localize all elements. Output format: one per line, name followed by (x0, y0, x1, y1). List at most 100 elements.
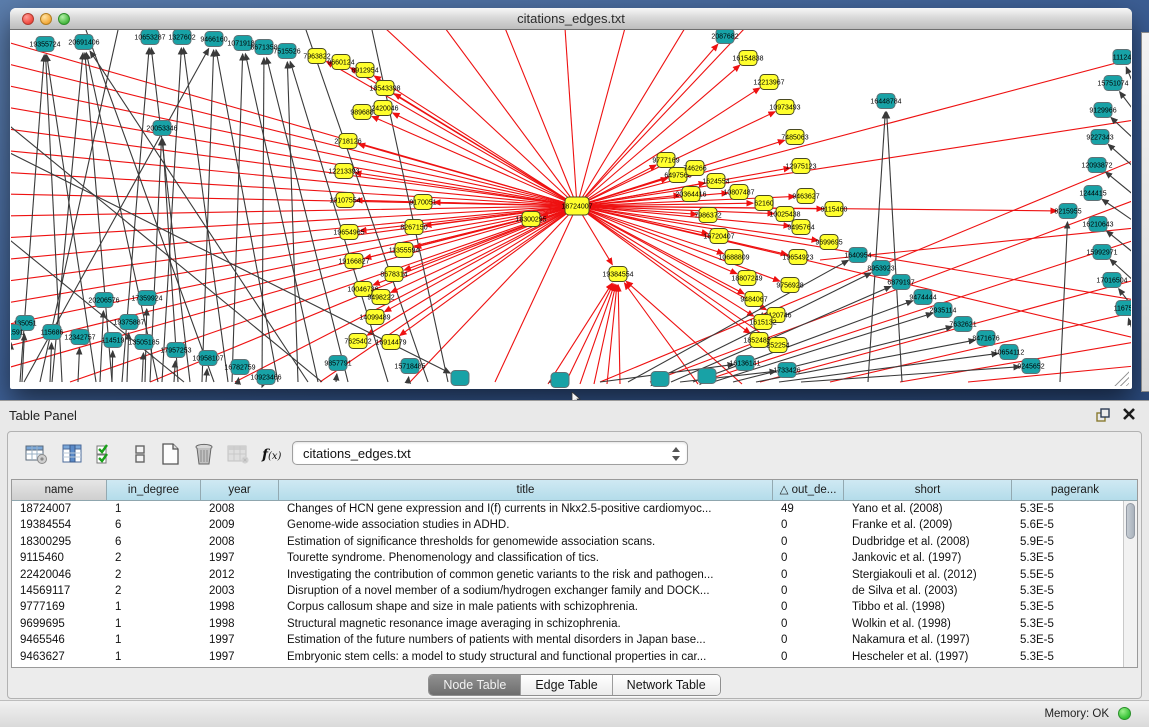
table-cell[interactable]: 6 (107, 534, 201, 550)
table-cell[interactable]: 2012 (201, 567, 279, 583)
table-cell[interactable]: 0 (773, 517, 844, 533)
table-cell[interactable]: 18300295 (12, 534, 107, 550)
table-row[interactable]: 977716911998Corpus callosum shape and si… (12, 599, 1137, 615)
table-cell[interactable]: Wolkin et al. (1998) (844, 616, 1012, 632)
table-cell[interactable]: de Silva et al. (2003) (844, 583, 1012, 599)
table-cell[interactable]: 6 (107, 517, 201, 533)
table-cell[interactable]: 1997 (201, 632, 279, 648)
table-cell[interactable]: 9463627 (12, 649, 107, 665)
table-cell[interactable]: Nakamura et al. (1997) (844, 632, 1012, 648)
table-cell[interactable]: 2008 (201, 534, 279, 550)
table-cell[interactable]: 0 (773, 567, 844, 583)
table-settings-icon[interactable] (22, 440, 50, 468)
table-cell[interactable]: 5.3E-5 (1012, 550, 1138, 566)
column-header-name[interactable]: name (12, 480, 107, 500)
table-cell[interactable]: 2 (107, 550, 201, 566)
table-cell[interactable]: Disruption of a novel member of a sodium… (279, 583, 773, 599)
column-header-short[interactable]: short (844, 480, 1012, 500)
table-row[interactable]: 946362711997Embryonic stem cells: a mode… (12, 649, 1137, 665)
table-cell[interactable]: 5.3E-5 (1012, 583, 1138, 599)
stacked-boxes-icon[interactable] (126, 440, 154, 468)
table-cell[interactable]: Investigating the contribution of common… (279, 567, 773, 583)
table-cell[interactable]: 1998 (201, 616, 279, 632)
table-cell[interactable]: 1998 (201, 599, 279, 615)
table-cell[interactable]: 0 (773, 649, 844, 665)
table-cell[interactable]: 5.3E-5 (1012, 501, 1138, 517)
table-cell[interactable]: 0 (773, 632, 844, 648)
table-cell[interactable]: Yano et al. (2008) (844, 501, 1012, 517)
table-cell[interactable]: 2 (107, 567, 201, 583)
table-cell[interactable]: Embryonic stem cells: a model to study s… (279, 649, 773, 665)
column-header-pagerank[interactable]: pagerank (1012, 480, 1138, 500)
table-cell[interactable]: 14569117 (12, 583, 107, 599)
table-row[interactable]: 911546021997Tourette syndrome. Phenomeno… (12, 550, 1137, 566)
table-cell[interactable]: Tibbo et al. (1998) (844, 599, 1012, 615)
graph-node[interactable] (698, 369, 716, 384)
table-row[interactable]: 946554611997Estimation of the future num… (12, 632, 1137, 648)
table-cell[interactable]: 5.3E-5 (1012, 649, 1138, 665)
table-cell[interactable]: 0 (773, 534, 844, 550)
table-cell[interactable]: 5.6E-5 (1012, 517, 1138, 533)
table-cell[interactable]: Changes of HCN gene expression and I(f) … (279, 501, 773, 517)
table-cell[interactable]: Structural magnetic resonance image aver… (279, 616, 773, 632)
table-cell[interactable]: Estimation of significance thresholds fo… (279, 534, 773, 550)
table-cell[interactable]: 49 (773, 501, 844, 517)
table-scrollbar[interactable] (1123, 501, 1137, 667)
new-document-icon[interactable] (156, 440, 184, 468)
table-cell[interactable]: Franke et al. (2009) (844, 517, 1012, 533)
table-cell[interactable]: Tourette syndrome. Phenomenology and cla… (279, 550, 773, 566)
column-header-title[interactable]: title (279, 480, 773, 500)
table-cell[interactable]: 1 (107, 616, 201, 632)
table-cell[interactable]: 5.5E-5 (1012, 567, 1138, 583)
table-cell[interactable]: 19384554 (12, 517, 107, 533)
table-cell[interactable]: 1 (107, 649, 201, 665)
table-cell[interactable]: 5.9E-5 (1012, 534, 1138, 550)
table-cell[interactable]: 9777169 (12, 599, 107, 615)
table-cell[interactable]: 9465546 (12, 632, 107, 648)
table-selector-dropdown[interactable]: citations_edges.txt (292, 441, 688, 465)
select-all-icon[interactable] (92, 440, 120, 468)
table-row[interactable]: 1938455462009Genome-wide association stu… (12, 517, 1137, 533)
table-cell[interactable]: 2008 (201, 501, 279, 517)
table-cell[interactable]: 2003 (201, 583, 279, 599)
table-column-icon[interactable] (58, 440, 86, 468)
graph-node[interactable] (451, 371, 469, 386)
column-header-out_de[interactable]: △ out_de... (773, 480, 844, 500)
column-header-in_degree[interactable]: in_degree (107, 480, 201, 500)
table-cell[interactable]: 0 (773, 599, 844, 615)
table-cell[interactable]: Dudbridge et al. (2008) (844, 534, 1012, 550)
table-cell[interactable]: 1 (107, 501, 201, 517)
table-cell[interactable]: 1997 (201, 649, 279, 665)
close-icon[interactable] (1121, 406, 1137, 422)
table-cell[interactable]: 22420046 (12, 567, 107, 583)
table-cell[interactable]: Corpus callosum shape and size in male p… (279, 599, 773, 615)
graph-node[interactable] (651, 372, 669, 387)
table-cell[interactable]: 0 (773, 616, 844, 632)
table-cell[interactable]: 9115460 (12, 550, 107, 566)
table-row[interactable]: 2242004622012Investigating the contribut… (12, 567, 1137, 583)
window-titlebar[interactable]: citations_edges.txt (10, 8, 1132, 30)
table-cell[interactable]: Genome-wide association studies in ADHD. (279, 517, 773, 533)
table-cell[interactable]: 9699695 (12, 616, 107, 632)
table-cell[interactable]: 1 (107, 599, 201, 615)
delete-trash-icon[interactable] (190, 440, 218, 468)
table-row[interactable]: 1456911722003Disruption of a novel membe… (12, 583, 1137, 599)
table-cell[interactable]: 2 (107, 583, 201, 599)
graph-node[interactable] (551, 373, 569, 388)
column-header-year[interactable]: year (201, 480, 279, 500)
table-cell[interactable]: Estimation of the future numbers of pati… (279, 632, 773, 648)
table-cell[interactable]: 5.3E-5 (1012, 599, 1138, 615)
table-cell[interactable]: 5.3E-5 (1012, 616, 1138, 632)
function-builder-icon[interactable]: f(x) (258, 440, 286, 468)
table-row[interactable]: 1830029562008Estimation of significance … (12, 534, 1137, 550)
scrollbar-thumb[interactable] (1126, 503, 1135, 539)
float-window-icon[interactable] (1095, 407, 1111, 423)
table-cell[interactable]: 1997 (201, 550, 279, 566)
tab-node-table[interactable]: Node Table (429, 675, 521, 695)
table-cell[interactable]: 0 (773, 583, 844, 599)
table-cell[interactable]: 5.3E-5 (1012, 632, 1138, 648)
table-cell[interactable]: Hescheler et al. (1997) (844, 649, 1012, 665)
table-cell[interactable]: Jankovic et al. (1997) (844, 550, 1012, 566)
table-row[interactable]: 1872400712008Changes of HCN gene express… (12, 501, 1137, 517)
tab-edge-table[interactable]: Edge Table (521, 675, 612, 695)
